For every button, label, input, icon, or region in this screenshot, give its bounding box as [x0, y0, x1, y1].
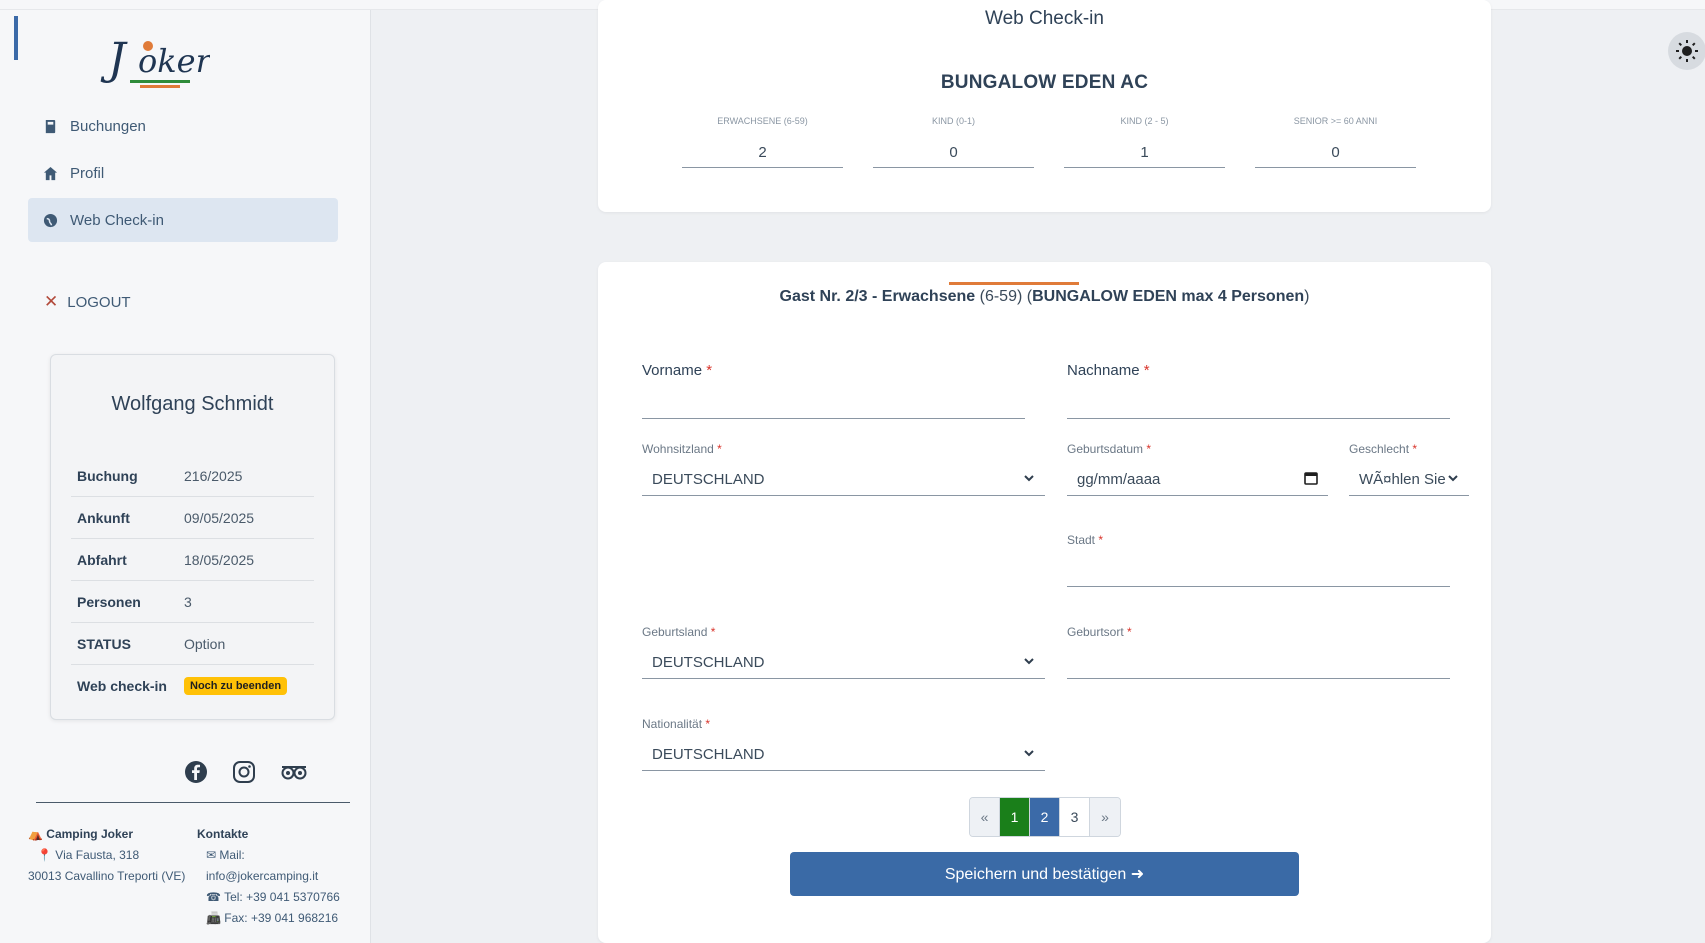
page-title: Web Check-in	[985, 8, 1104, 29]
chevron-down-icon	[1023, 472, 1035, 487]
stadt-input[interactable]	[1067, 555, 1450, 587]
social-links	[184, 760, 308, 784]
table-row: STATUS Option	[71, 623, 314, 665]
book-icon	[42, 118, 58, 134]
facebook-icon[interactable]	[184, 760, 208, 784]
table-row: Web check-in Noch zu beenden	[71, 665, 314, 707]
sidebar: J oker Buchungen Profil Web Check-in ✕ L…	[0, 10, 371, 943]
footer-address: ⛺ Camping Joker 📍 Via Fausta, 318 30013 …	[28, 827, 186, 883]
stadt-field: Stadt *	[1067, 533, 1450, 587]
booking-summary-card: Web Check-in BUNGALOW EDEN AC ERWACHSENE…	[598, 0, 1491, 212]
sidebar-item-label: Web Check-in	[70, 211, 164, 229]
geburtsort-field: Geburtsort *	[1067, 625, 1450, 679]
guest-form-card: Gast Nr. 2/3 - Erwachsene (6-59) (BUNGAL…	[598, 262, 1491, 943]
calendar-icon[interactable]	[1304, 471, 1318, 489]
tripadvisor-icon[interactable]	[280, 760, 308, 784]
logout-link[interactable]: ✕ LOGOUT	[44, 292, 131, 312]
mail-link[interactable]: info@jokercamping.it	[197, 866, 357, 887]
table-row: Personen 3	[71, 581, 314, 623]
sidebar-item-label: Profil	[70, 164, 105, 182]
phone-link[interactable]: Tel: +39 041 5370766	[224, 890, 340, 904]
guest-name: Wolfgang Schmidt	[111, 393, 274, 415]
mail-icon: ✉	[206, 848, 217, 862]
pager-page-1[interactable]: 1	[1000, 798, 1030, 836]
sidebar-accent-bar	[14, 16, 18, 60]
phone-icon: ☎	[206, 890, 221, 904]
footer-contacts: Kontakte ✉ Mail: info@jokercamping.it ☎ …	[197, 824, 357, 929]
footer-divider	[36, 802, 350, 803]
pager-page-2[interactable]: 2	[1030, 798, 1060, 836]
geschlecht-select[interactable]: WÃ¤hlen Sie	[1349, 464, 1469, 496]
accommodation-name: BUNGALOW EDEN AC	[940, 72, 1149, 93]
chevron-down-icon	[1447, 472, 1459, 487]
geburtsdatum-field: Geburtsdatum * gg/mm/aaaa	[1067, 442, 1328, 496]
vorname-input[interactable]	[642, 387, 1025, 419]
sidebar-nav: Buchungen Profil Web Check-in	[28, 104, 338, 245]
close-icon: ✕	[44, 292, 59, 311]
guest-summary-card: Wolfgang Schmidt Buchung 216/2025 Ankunft…	[50, 354, 335, 720]
counter-adults: ERWACHSENE (6-59) 2	[682, 116, 843, 168]
vorname-field: Vorname *	[642, 362, 1025, 419]
nachname-input[interactable]	[1067, 387, 1450, 419]
nationalitaet-select[interactable]: DEUTSCHLAND	[642, 739, 1045, 771]
geburtsort-input[interactable]	[1067, 647, 1450, 679]
counter-child-0-1: KIND (0-1) 0	[873, 116, 1034, 168]
pager-page-3[interactable]: 3	[1060, 798, 1090, 836]
map-pin-icon: 📍	[37, 848, 52, 862]
chevron-down-icon	[1023, 747, 1035, 762]
sidebar-item-buchungen[interactable]: Buchungen	[28, 104, 338, 148]
form-title: Gast Nr. 2/3 - Erwachsene (6-59) (BUNGAL…	[779, 288, 1310, 305]
globe-icon	[42, 212, 58, 228]
guest-pagination: « 1 2 3 »	[969, 797, 1121, 837]
camp-icon: ⛺	[28, 827, 43, 841]
status-badge: Noch zu beenden	[184, 677, 288, 695]
joker-logo[interactable]: J oker	[100, 24, 210, 96]
pager-next[interactable]: »	[1090, 798, 1120, 836]
svg-text:J: J	[100, 34, 128, 85]
nationalitaet-field: Nationalität * DEUTSCHLAND	[642, 717, 1045, 771]
sidebar-item-web-checkin[interactable]: Web Check-in	[28, 198, 338, 242]
save-confirm-button[interactable]: Speichern und bestätigen ➜	[790, 852, 1299, 896]
sun-icon	[1676, 40, 1698, 62]
geschlecht-field: Geschlecht * WÃ¤hlen Sie	[1349, 442, 1469, 496]
sidebar-item-profil[interactable]: Profil	[28, 151, 338, 195]
home-icon	[42, 165, 58, 181]
geburtsdatum-input[interactable]: gg/mm/aaaa	[1067, 464, 1328, 496]
instagram-icon[interactable]	[232, 760, 256, 784]
guest-counters: ERWACHSENE (6-59) 2 KIND (0-1) 0 KIND (2 -…	[682, 116, 1416, 168]
table-row: Abfahrt 18/05/2025	[71, 539, 314, 581]
pager-prev[interactable]: «	[970, 798, 1000, 836]
form-progress-bar	[949, 282, 1079, 285]
table-row: Ankunft 09/05/2025	[71, 497, 314, 539]
geburtsland-select[interactable]: DEUTSCHLAND	[642, 647, 1045, 679]
table-row: Buchung 216/2025	[71, 455, 314, 497]
geburtsland-field: Geburtsland * DEUTSCHLAND	[642, 625, 1045, 679]
chevron-down-icon	[1023, 655, 1035, 670]
counter-child-2-5: KIND (2 - 5) 1	[1064, 116, 1225, 168]
guest-details-table: Buchung 216/2025 Ankunft 09/05/2025 Abfahr…	[71, 455, 314, 707]
fax-icon: 📠	[206, 911, 221, 925]
theme-toggle-button[interactable]	[1668, 32, 1705, 70]
sidebar-item-label: Buchungen	[70, 117, 146, 135]
nachname-field: Nachname *	[1067, 362, 1450, 419]
wohnsitzland-select[interactable]: DEUTSCHLAND	[642, 464, 1045, 496]
wohnsitzland-field: Wohnsitzland * DEUTSCHLAND	[642, 442, 1045, 496]
counter-senior: SENIOR >= 60 ANNI 0	[1255, 116, 1416, 168]
